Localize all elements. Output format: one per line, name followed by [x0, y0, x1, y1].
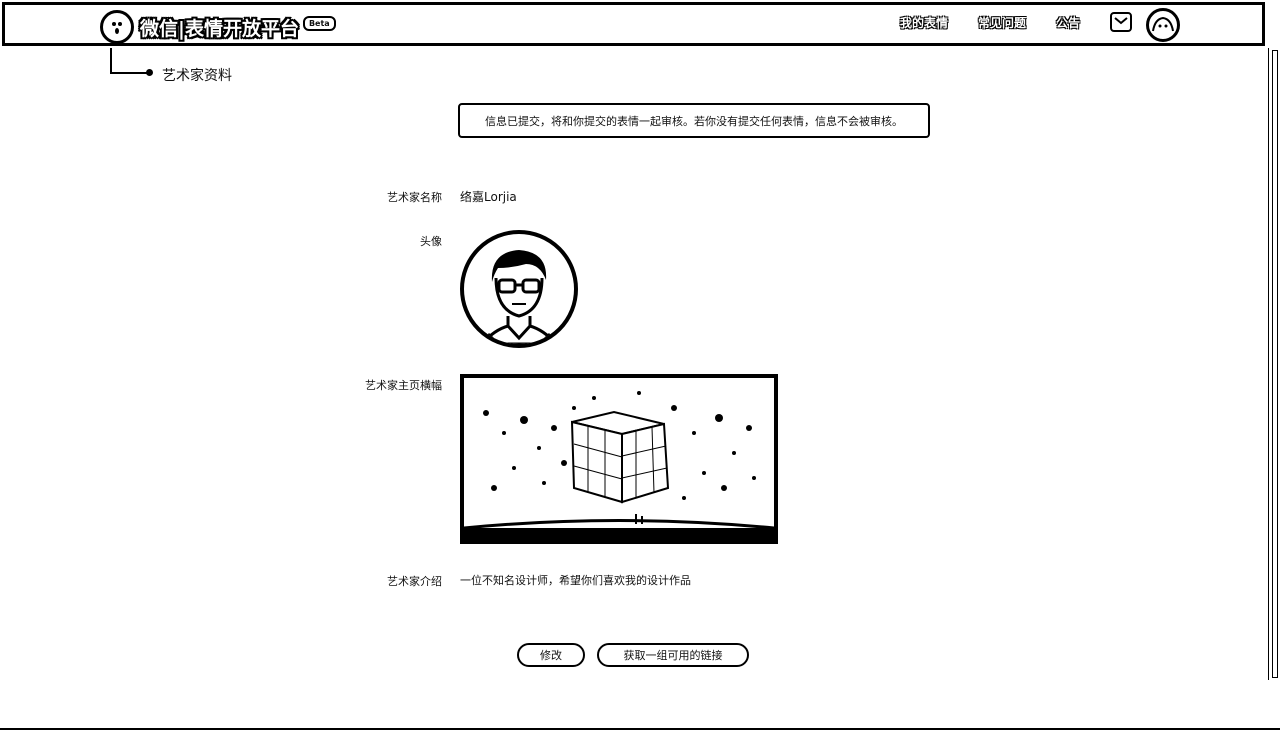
- nav-my-stickers[interactable]: 我的表情: [900, 14, 948, 31]
- brand-title: 微信|表情开放平台: [140, 17, 299, 40]
- user-avatar[interactable]: [1146, 8, 1180, 42]
- brand[interactable]: 微信|表情开放平台 Beta: [100, 10, 336, 44]
- nav-faq[interactable]: 常见问题: [978, 14, 1026, 31]
- get-link-button-label: 获取一组可用的链接: [623, 649, 723, 662]
- breadcrumb-dot-icon: [146, 69, 153, 76]
- get-link-button[interactable]: 获取一组可用的链接: [597, 643, 749, 667]
- nav-announcement[interactable]: 公告: [1056, 14, 1080, 31]
- beta-badge: Beta: [302, 15, 336, 31]
- artist-banner-image: [460, 374, 778, 544]
- wechat-emoji-logo-icon: [100, 10, 134, 44]
- artist-avatar-image: [460, 230, 578, 348]
- edit-button[interactable]: 修改: [517, 643, 585, 667]
- edit-button-label: 修改: [540, 649, 562, 662]
- bottom-divider: [0, 728, 1280, 730]
- top-navbar: 微信|表情开放平台 Beta 我的表情 常见问题 公告: [2, 2, 1265, 46]
- artist-name-value: 络嘉Lorjia: [460, 190, 517, 204]
- intro-value: 一位不知名设计师，希望你们喜欢我的设计作品: [460, 574, 691, 587]
- notice-box: 信息已提交，将和你提交的表情一起审核。若你没有提交任何表情，信息不会被审核。: [458, 103, 930, 138]
- banner-label: 艺术家主页横幅: [365, 379, 442, 392]
- vertical-scrollbar[interactable]: [1268, 48, 1280, 680]
- mail-icon[interactable]: [1110, 12, 1132, 32]
- top-nav: 我的表情 常见问题 公告: [900, 12, 1132, 32]
- scrollbar-thumb[interactable]: [1272, 50, 1278, 678]
- avatar-label: 头像: [420, 235, 442, 248]
- intro-label: 艺术家介绍: [387, 575, 442, 588]
- notice-text: 信息已提交，将和你提交的表情一起审核。若你没有提交任何表情，信息不会被审核。: [485, 114, 903, 128]
- breadcrumb-current: 艺术家资料: [162, 68, 232, 84]
- artist-name-label: 艺术家名称: [387, 191, 442, 204]
- page: 微信|表情开放平台 Beta 我的表情 常见问题 公告 艺术家资料 信息已提交，…: [0, 0, 1280, 732]
- breadcrumb-connector: [110, 48, 148, 74]
